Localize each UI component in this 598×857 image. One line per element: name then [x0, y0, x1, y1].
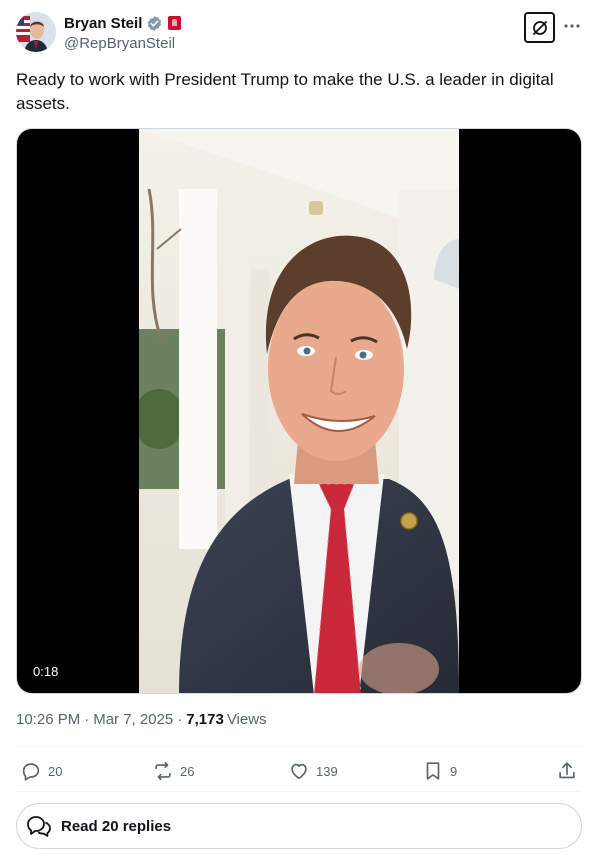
reply-count: 20	[48, 763, 63, 779]
replies-bubbles-icon	[27, 816, 51, 837]
share-button[interactable]	[556, 760, 578, 782]
repost-button[interactable]: 26	[152, 760, 194, 782]
tweet-header: Bryan Steil @RepBryanSteil	[16, 12, 582, 56]
share-icon	[559, 762, 575, 779]
heart-icon	[291, 763, 307, 780]
repost-icon	[155, 761, 171, 781]
divider-bottom	[16, 791, 582, 792]
video-frame	[139, 129, 459, 693]
reply-icon	[22, 763, 40, 781]
bookmark-icon	[426, 762, 440, 780]
action-bar: 20 26 139 9	[16, 752, 582, 790]
name-row: Bryan Steil	[64, 13, 182, 33]
more-options-icon[interactable]	[562, 16, 582, 36]
views-count: 7,173	[186, 711, 224, 728]
tweet-meta: 10:26 PM · Mar 7, 2025 · 7,173 Views	[16, 711, 267, 728]
verified-badge-icon[interactable]	[146, 15, 163, 32]
bookmark-button[interactable]: 9	[422, 760, 457, 782]
meta-separator: ·	[84, 711, 90, 728]
grok-icon[interactable]	[524, 12, 555, 43]
divider-top	[16, 746, 582, 747]
author-avatar[interactable]	[16, 12, 56, 52]
author-display-name[interactable]: Bryan Steil	[64, 15, 142, 32]
government-affiliation-icon[interactable]	[168, 16, 182, 30]
video-duration-badge: 0:18	[29, 662, 63, 681]
author-handle[interactable]: @RepBryanSteil	[64, 35, 181, 52]
read-replies-label: Read 20 replies	[61, 817, 172, 835]
author-names: Bryan Steil @RepBryanSteil	[64, 13, 182, 52]
video-player[interactable]: 0:18	[16, 128, 582, 694]
views-label: Views	[226, 711, 267, 728]
read-replies-button[interactable]: Read 20 replies	[16, 803, 582, 849]
like-button[interactable]: 139	[288, 760, 338, 782]
like-count: 139	[316, 763, 338, 779]
tweet-text: Ready to work with President Trump to ma…	[16, 70, 554, 113]
tweet-time[interactable]: 10:26 PM	[16, 711, 80, 728]
meta-separator: ·	[177, 711, 183, 728]
repost-count: 26	[180, 763, 195, 779]
reply-button[interactable]: 20	[20, 760, 62, 782]
bookmark-count: 9	[450, 763, 458, 779]
tweet-date[interactable]: Mar 7, 2025	[93, 711, 173, 728]
